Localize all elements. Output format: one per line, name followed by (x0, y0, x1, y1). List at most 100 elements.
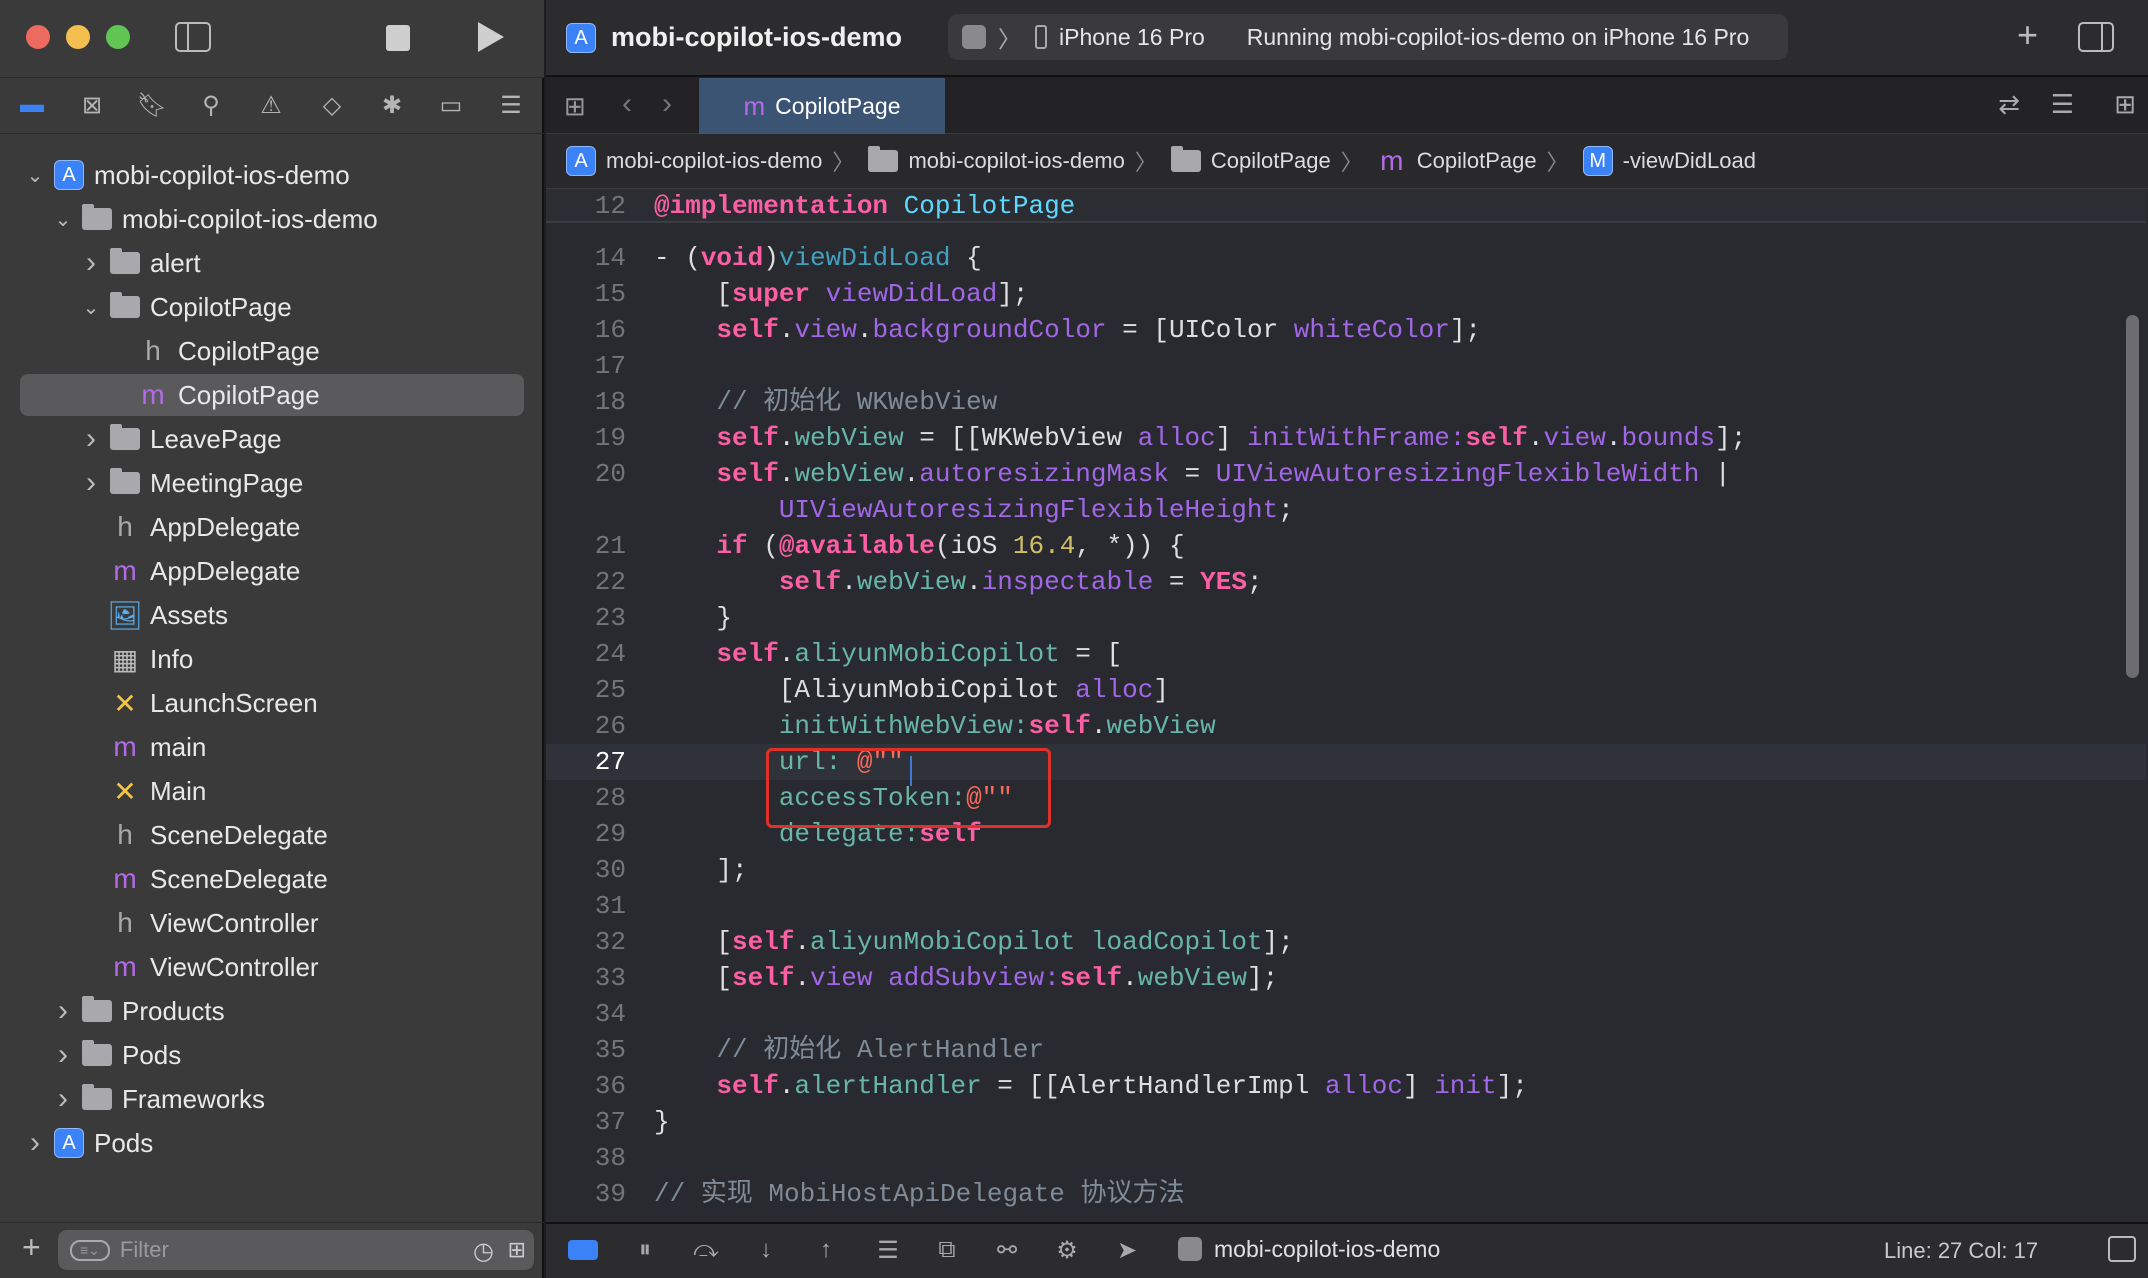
sidebar-item-meetingpage[interactable]: › MeetingPage (20, 462, 524, 504)
step-out-icon[interactable]: ↑ (811, 1235, 841, 1265)
sidebar-toggle-icon[interactable] (175, 22, 211, 52)
filter-options-icon[interactable]: ≡⌄ (70, 1239, 110, 1261)
location-arrow-icon[interactable]: ➤ (1112, 1235, 1142, 1265)
code-line[interactable]: 17 (546, 348, 2146, 384)
toggle-debug-area-icon[interactable] (2108, 1236, 2136, 1262)
bookmark-navigator-icon[interactable]: 🔖︎ (137, 90, 167, 120)
inspector-toggle-icon[interactable] (2078, 22, 2114, 52)
editor-options-icon[interactable]: ☰ (2051, 89, 2074, 120)
sidebar-item-copilotpage[interactable]: m CopilotPage (20, 374, 524, 416)
step-into-icon[interactable]: ↓ (751, 1235, 781, 1265)
minimize-window-button[interactable] (66, 25, 90, 49)
run-destination[interactable]: iPhone 16 Pro (1059, 24, 1205, 51)
code-line[interactable]: 18 // 初始化 WKWebView (546, 384, 2146, 420)
code-line[interactable]: 16 self.view.backgroundColor = [UIColor … (546, 312, 2146, 348)
code-line[interactable]: 37} (546, 1104, 2146, 1140)
code-line[interactable]: 36 self.alertHandler = [[AlertHandlerImp… (546, 1068, 2146, 1104)
breadcrumb-item[interactable]: CopilotPage (1167, 146, 1331, 176)
breakpoint-navigator-tag-icon[interactable]: ▭ (436, 90, 466, 120)
sidebar-item-info[interactable]: ▦ Info (20, 638, 524, 680)
forward-chevron-icon[interactable]: › (662, 87, 672, 121)
sidebar-item-scenedelegate[interactable]: m SceneDelegate (20, 858, 524, 900)
sidebar-item-alert[interactable]: › alert (20, 242, 524, 284)
sidebar-item-mobi-copilot-ios-demo[interactable]: ⌄ mobi-copilot-ios-demo (20, 198, 524, 240)
code-line[interactable]: 20 self.webView.autoresizingMask = UIVie… (546, 456, 2146, 492)
sidebar-item-leavepage[interactable]: › LeavePage (20, 418, 524, 460)
chevron-right-icon[interactable]: › (48, 1082, 78, 1116)
sidebar-item-viewcontroller[interactable]: m ViewController (20, 946, 524, 988)
code-line[interactable]: 35 // 初始化 AlertHandler (546, 1032, 2146, 1068)
code-line[interactable]: 32 [self.aliyunMobiCopilot loadCopilot]; (546, 924, 2146, 960)
report-navigator-list-icon[interactable]: ☰ (496, 90, 526, 120)
breadcrumb-item[interactable]: m CopilotPage (1373, 145, 1537, 176)
code-line[interactable]: 25 [AliyunMobiCopilot alloc] (546, 672, 2146, 708)
breakpoints-toggle-icon[interactable] (568, 1240, 598, 1260)
back-chevron-icon[interactable]: ‹ (622, 87, 632, 121)
code-line[interactable]: 31 (546, 888, 2146, 924)
code-line[interactable]: 30 ]; (546, 852, 2146, 888)
chevron-down-icon[interactable]: ⌄ (20, 163, 50, 188)
add-file-plus-icon[interactable]: + (22, 1229, 41, 1266)
sidebar-item-viewcontroller[interactable]: h ViewController (20, 902, 524, 944)
code-line[interactable]: UIViewAutoresizingFlexibleHeight; (546, 492, 2146, 528)
tab-copilotpage[interactable]: m CopilotPage (699, 78, 945, 134)
sidebar-item-pods[interactable]: › Pods (20, 1034, 524, 1076)
scheme-activity-bar[interactable]: 〉 iPhone 16 Pro Running mobi-copilot-ios… (948, 14, 1788, 60)
sidebar-item-appdelegate[interactable]: h AppDelegate (20, 506, 524, 548)
code-line[interactable]: 26 initWithWebView:self.webView (546, 708, 2146, 744)
sidebar-item-copilotpage[interactable]: h CopilotPage (20, 330, 524, 372)
chevron-right-icon[interactable]: › (76, 246, 106, 280)
navigator-filter-input[interactable]: ≡⌄ Filter ◷ ⊞ (58, 1230, 534, 1270)
breadcrumb-item[interactable]: mobi-copilot-ios-demo (864, 146, 1125, 176)
view-hierarchy-icon[interactable]: ☰ (873, 1235, 903, 1265)
swap-arrows-icon[interactable]: ⇄ (1998, 89, 2020, 120)
code-line[interactable]: 14 - (void)viewDidLoad { (546, 240, 2146, 276)
chevron-down-icon[interactable]: ⌄ (48, 207, 78, 232)
vertical-scrollbar[interactable] (2126, 315, 2139, 678)
chevron-right-icon[interactable]: › (48, 1038, 78, 1072)
chevron-down-icon[interactable]: ⌄ (76, 295, 106, 320)
recent-files-clock-icon[interactable]: ◷ (473, 1237, 494, 1266)
code-line[interactable]: 22 self.webView.inspectable = YES; (546, 564, 2146, 600)
debug-navigator-spray-icon[interactable]: ✱ (377, 90, 407, 120)
code-line[interactable]: 34 (546, 996, 2146, 1032)
memory-graph-icon[interactable]: ⧉ (932, 1235, 962, 1265)
chevron-right-icon[interactable]: › (76, 422, 106, 456)
sidebar-item-assets[interactable]: 🖼︎ Assets (20, 594, 524, 636)
code-line[interactable]: 19 self.webView = [[WKWebView alloc] ini… (546, 420, 2146, 456)
chevron-right-icon[interactable]: › (48, 994, 78, 1028)
scheme-app-icon[interactable] (962, 25, 986, 49)
run-button[interactable] (478, 22, 504, 52)
code-line[interactable]: 39 // 实现 MobiHostApiDelegate 协议方法 (546, 1176, 2146, 1212)
code-line[interactable]: 23 } (546, 600, 2146, 636)
code-line[interactable]: 24 self.aliyunMobiCopilot = [ (546, 636, 2146, 672)
sidebar-item-main[interactable]: m main (20, 726, 524, 768)
close-window-button[interactable] (26, 25, 50, 49)
zoom-window-button[interactable] (106, 25, 130, 49)
add-editor-split-icon[interactable]: ⊞ (2114, 89, 2136, 120)
code-line[interactable]: 15 [super viewDidLoad]; (546, 276, 2146, 312)
simulate-location-toggle-icon[interactable]: ⚙︎ (1052, 1235, 1082, 1265)
sidebar-item-products[interactable]: › Products (20, 990, 524, 1032)
sidebar-item-launchscreen[interactable]: ✕ LaunchScreen (20, 682, 524, 724)
code-line[interactable]: 12 @implementation CopilotPage (546, 189, 2146, 223)
related-items-grid-icon[interactable]: ⊞ (564, 91, 586, 122)
code-line[interactable]: 38 (546, 1140, 2146, 1176)
sidebar-item-pods[interactable]: › A Pods (20, 1122, 524, 1164)
sidebar-item-copilotpage[interactable]: ⌄ CopilotPage (20, 286, 524, 328)
code-line[interactable]: 21 if (@available(iOS 16.4, *)) { (546, 528, 2146, 564)
code-line[interactable]: 33 [self.view addSubview:self.webView]; (546, 960, 2146, 996)
environment-overrides-icon[interactable]: ⚯ (992, 1235, 1022, 1265)
pause-icon[interactable]: ⏸︎ (630, 1235, 660, 1265)
project-navigator-folder-icon[interactable]: ▬ (17, 90, 47, 120)
find-navigator-search-icon[interactable]: ⚲ (196, 90, 226, 120)
stop-button[interactable] (386, 25, 410, 51)
breadcrumb-item[interactable]: Amobi-copilot-ios-demo (562, 146, 822, 176)
sidebar-item-appdelegate[interactable]: m AppDelegate (20, 550, 524, 592)
source-control-navigator-icon[interactable]: ⊠ (77, 90, 107, 120)
source-control-filter-icon[interactable]: ⊞ (508, 1237, 526, 1263)
source-editor[interactable]: 14- (void)viewDidLoad {15 [super viewDid… (546, 189, 2148, 1222)
step-over-icon[interactable]: ⤼ (691, 1235, 721, 1265)
test-navigator-diamond-icon[interactable]: ◇ (317, 90, 347, 120)
chevron-right-icon[interactable]: › (76, 466, 106, 500)
